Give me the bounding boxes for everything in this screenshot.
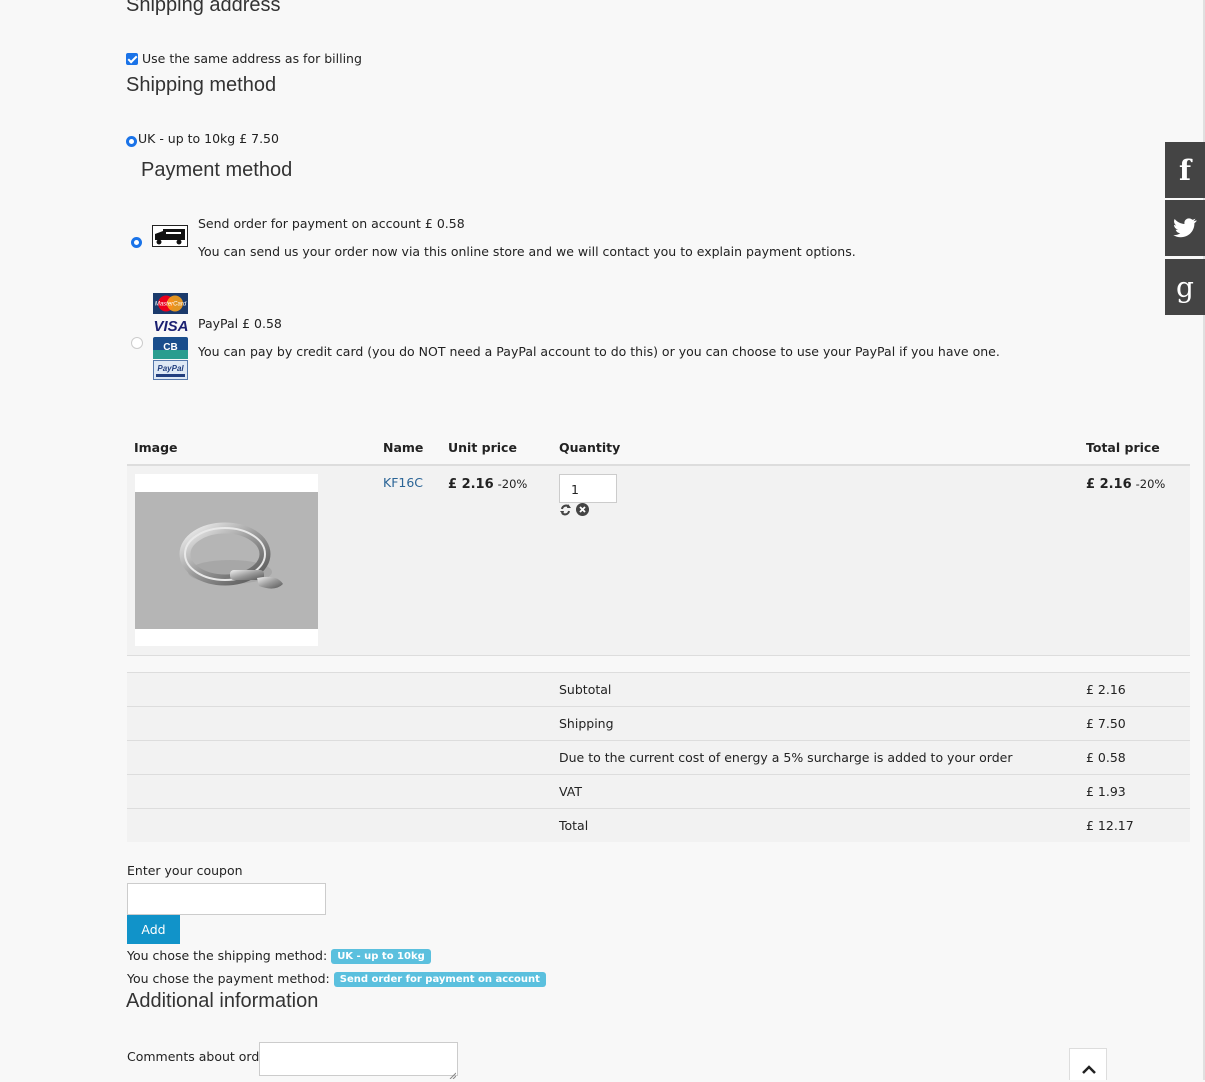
shipping-method-heading: Shipping method — [126, 74, 277, 96]
totals-row-surcharge: Due to the current cost of energy a 5% s… — [127, 740, 1190, 774]
shipping-label: Shipping — [559, 716, 614, 731]
refresh-icon[interactable] — [559, 503, 572, 516]
payment-option-paypal-radio[interactable] — [131, 337, 143, 349]
payment-option-paypal-title: PayPal £ 0.58 — [198, 316, 282, 331]
remove-icon[interactable] — [576, 503, 589, 516]
payment-option-account-radio[interactable] — [131, 237, 142, 248]
cb-card-logo-text: CB — [163, 342, 177, 353]
totals-row-shipping: Shipping £ 7.50 — [127, 706, 1190, 740]
facebook-share-button[interactable]: f — [1165, 142, 1205, 198]
total-price-value: £ 2.16 — [1086, 477, 1132, 492]
surcharge-label: Due to the current cost of energy a 5% s… — [559, 750, 1013, 765]
comments-label: Comments about order — [127, 1049, 273, 1064]
surcharge-value: £ 0.58 — [1086, 750, 1126, 765]
coupon-add-button[interactable]: Add — [127, 915, 180, 944]
same-address-label: Use the same address as for billing — [142, 51, 362, 66]
total-price: £ 2.16 -20% — [1086, 476, 1165, 492]
mastercard-logo-text: MasterCard — [155, 302, 187, 308]
col-header-unit-price: Unit price — [448, 440, 517, 455]
total-label: Total — [559, 818, 589, 833]
total-price-discount: -20% — [1135, 477, 1166, 491]
unit-price-discount: -20% — [497, 477, 528, 491]
google-share-button[interactable]: g — [1165, 259, 1205, 315]
unit-price-value: £ 2.16 — [448, 477, 494, 492]
additional-info-heading: Additional information — [126, 990, 319, 1012]
facebook-icon: f — [1178, 153, 1192, 187]
totals-row-subtotal: Subtotal £ 2.16 — [127, 672, 1190, 706]
chevron-up-icon — [1082, 1062, 1096, 1077]
mastercard-logo: MasterCard — [153, 293, 188, 314]
twitter-share-button[interactable] — [1165, 200, 1205, 256]
shipping-address-heading: Shipping address — [126, 0, 281, 16]
chosen-payment-line: You chose the payment method: Send order… — [127, 971, 546, 987]
paypal-logo: PayPal — [153, 360, 188, 380]
product-image[interactable] — [135, 474, 318, 646]
chosen-payment-badge: Send order for payment on account — [333, 972, 546, 987]
visa-logo: VISA — [153, 316, 189, 335]
coupon-input[interactable] — [127, 883, 326, 915]
quantity-value: 1 — [571, 482, 579, 497]
col-header-total-price: Total price — [1086, 440, 1160, 455]
col-header-image: Image — [134, 440, 178, 455]
total-value: £ 12.17 — [1086, 818, 1134, 833]
google-icon: g — [1176, 270, 1194, 304]
col-header-quantity: Quantity — [559, 440, 621, 455]
twitter-bird-icon — [1173, 212, 1197, 245]
coupon-label: Enter your coupon — [127, 863, 243, 878]
totals-row-vat: VAT £ 1.93 — [127, 774, 1190, 808]
quantity-input[interactable]: 1 — [559, 474, 617, 503]
resize-handle-icon[interactable] — [449, 1067, 457, 1080]
totals-row-total: Total £ 12.17 — [127, 808, 1190, 842]
product-name-link[interactable]: KF16C — [383, 475, 423, 490]
unit-price: £ 2.16 -20% — [448, 476, 527, 492]
chosen-payment-prefix: You chose the payment method: — [127, 971, 330, 986]
same-address-checkbox[interactable] — [126, 53, 138, 65]
shipping-option-label: UK - up to 10kg £ 7.50 — [138, 131, 279, 146]
comments-textarea[interactable] — [259, 1042, 458, 1080]
payment-option-account-description: You can send us your order now via this … — [198, 244, 856, 259]
cart-item-row: KF16C £ 2.16 -20% 1 £ 2.16 -20% — [127, 466, 1190, 656]
cb-card-logo: CB — [153, 337, 188, 359]
chosen-shipping-line: You chose the shipping method: UK - up t… — [127, 948, 431, 964]
subtotal-label: Subtotal — [559, 682, 612, 697]
payment-option-paypal-description: You can pay by credit card (you do NOT n… — [198, 344, 1000, 359]
vat-value: £ 1.93 — [1086, 784, 1126, 799]
product-photo — [135, 492, 318, 629]
payment-option-account-title: Send order for payment on account £ 0.58 — [198, 216, 465, 231]
paypal-logo-text: PayPal — [157, 364, 184, 373]
truck-icon — [152, 225, 188, 247]
col-header-name: Name — [383, 440, 424, 455]
payment-method-heading: Payment method — [141, 159, 293, 181]
vat-label: VAT — [559, 784, 582, 799]
chosen-shipping-prefix: You chose the shipping method: — [127, 948, 328, 963]
chosen-shipping-badge: UK - up to 10kg — [331, 949, 431, 964]
visa-logo-text: VISA — [153, 318, 188, 334]
subtotal-value: £ 2.16 — [1086, 682, 1126, 697]
shipping-value: £ 7.50 — [1086, 716, 1126, 731]
scroll-to-top-button[interactable] — [1069, 1048, 1107, 1080]
shipping-option-radio[interactable] — [126, 136, 137, 147]
